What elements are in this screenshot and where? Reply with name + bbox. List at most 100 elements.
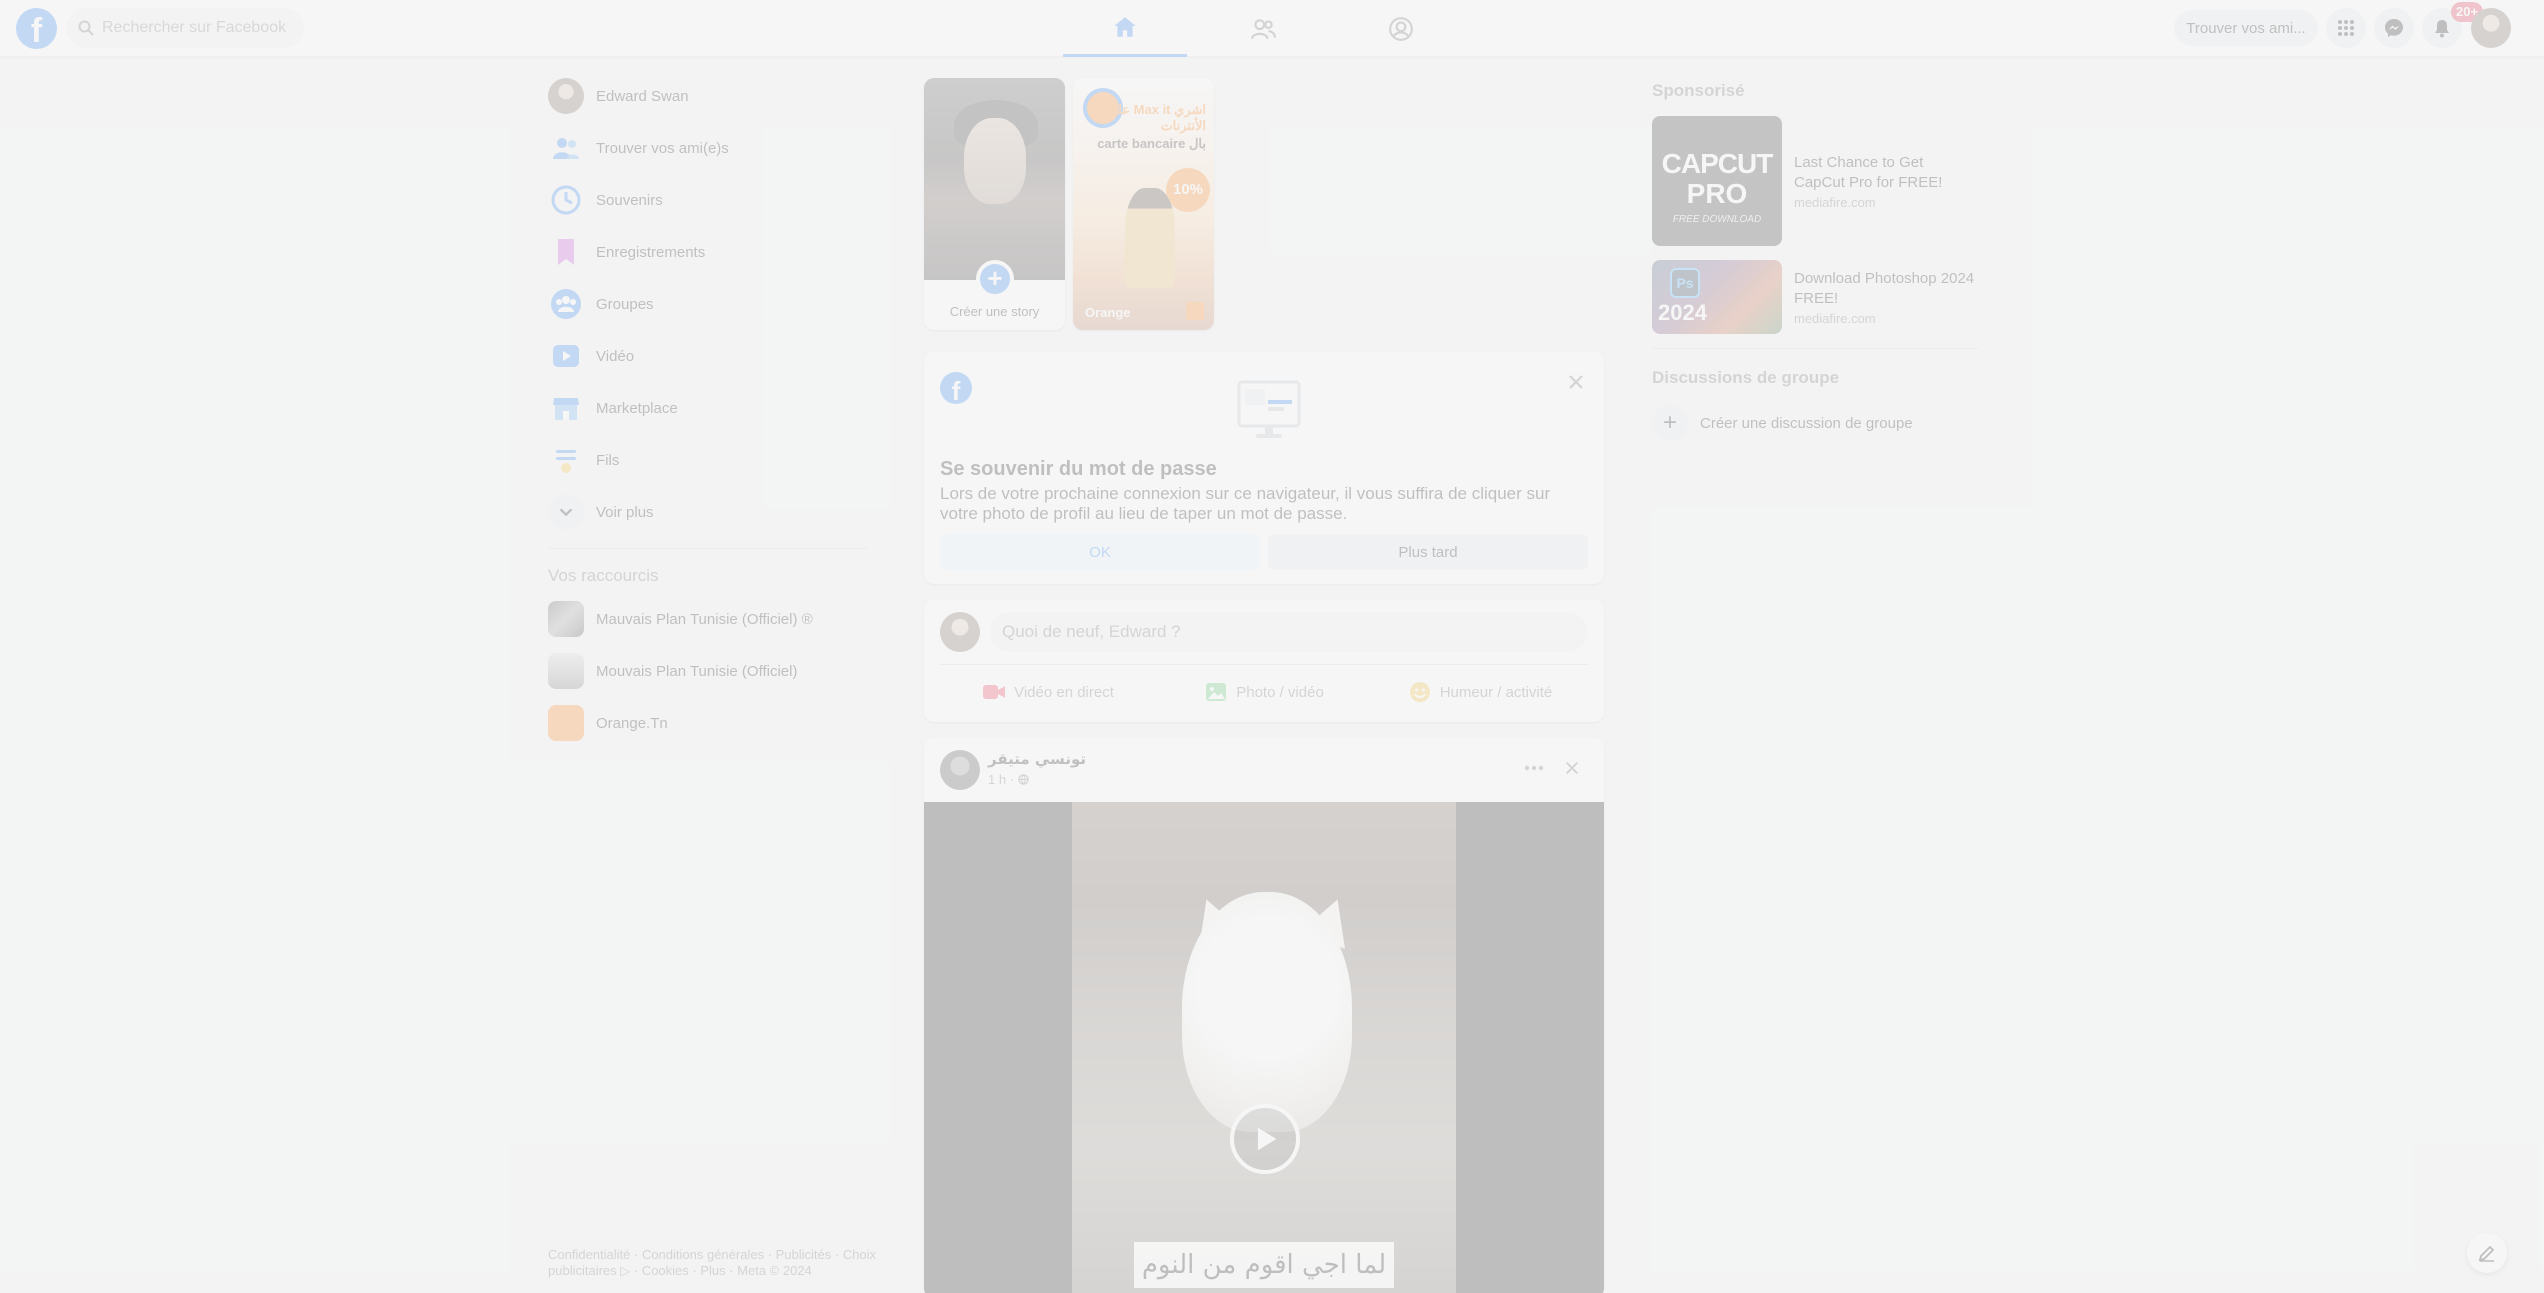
sidebar-item-memories[interactable]: Souvenirs [540,174,880,226]
globe-icon [1017,774,1029,785]
composer-divider [940,664,1588,665]
sidebar-item-find-friends[interactable]: Trouver vos ami(e)s [540,122,880,174]
discount-badge: 10% [1166,168,1210,212]
orange-logo-icon [1186,302,1204,320]
live-video-button[interactable]: Vidéo en direct [940,672,1156,712]
profile-photo [924,78,1065,280]
play-button[interactable] [1230,1104,1300,1174]
shortcut-thumbnail [548,601,584,637]
shortcut-label: Mauvais Plan Tunisie (Officiel) ® [596,610,813,628]
thumb-text: PRO [1686,178,1748,209]
feeling-activity-button[interactable]: Humeur / activité [1372,672,1588,712]
composer-input[interactable]: Quoi de neuf, Edward ? [990,612,1588,652]
sidebar-item-label: Marketplace [596,399,678,417]
post-options-button[interactable] [1516,750,1552,786]
feeling-icon [1409,682,1430,702]
marketplace-icon [553,398,579,420]
find-friends-button[interactable]: Trouver vos ami... [2174,10,2318,46]
sidebar-item-marketplace[interactable]: Marketplace [540,382,880,434]
video-icon [553,345,579,367]
sidebar-item-saved[interactable]: Enregistrements [540,226,880,278]
create-group-chat-button[interactable]: + Créer une discussion de groupe [1652,401,1978,445]
tab-profile[interactable] [1339,0,1463,57]
post-time[interactable]: 1 h · [988,772,1014,787]
add-story-button[interactable]: + [976,260,1014,298]
tab-friends[interactable] [1201,0,1325,57]
shortcut-item[interactable]: Mauvais Plan Tunisie (Officiel) ® [540,593,880,645]
friends-icon [1251,18,1276,39]
action-label: Vidéo en direct [1014,683,1114,701]
ok-button[interactable]: OK [940,534,1260,570]
shortcut-item[interactable]: Mouvais Plan Tunisie (Officiel) [540,645,880,697]
video-frame: لما اجي اقوم من النوم [1072,802,1456,1293]
create-story-label: Créer une story [949,304,1040,319]
left-sidebar: Edward Swan Trouver vos ami(e)s Souvenir… [540,70,880,749]
facebook-logo-icon[interactable]: f [16,8,57,49]
shortcut-label: Orange.Tn [596,714,668,732]
close-icon [1569,375,1583,389]
shortcut-item[interactable]: Orange.Tn [540,697,880,749]
sidebar-item-groups[interactable]: Groupes [540,278,880,330]
post-author[interactable]: تونسي متيقر [988,750,1086,768]
sidebar-item-label: Fils [596,451,620,469]
story-card-orange[interactable]: على Max it اشري الأنترنات carte bancaire… [1073,78,1214,330]
create-story-card[interactable]: + Créer une story [924,78,1065,330]
account-avatar[interactable] [2471,8,2511,48]
search-box[interactable] [66,8,304,48]
sidebar-item-feeds[interactable]: Fils [540,434,880,486]
sponsored-ad[interactable]: Ps 2024 Download Photoshop 2024 FREE! me… [1652,260,1978,334]
ad-domain: mediafire.com [1794,310,1876,326]
messenger-button[interactable] [2374,8,2414,48]
rail-divider [1652,348,1978,349]
thumb-text: FREE DOWNLOAD [1672,214,1762,225]
footer-line[interactable]: Confidentialité · Conditions générales ·… [548,1247,878,1263]
new-message-button[interactable] [2467,1233,2507,1273]
logo-letter: f [951,376,961,404]
stories-tray: + Créer une story على Max it اشري الأنتر… [924,78,1604,330]
plus-icon: + [1652,405,1688,441]
thumb-text: 2024 [1658,300,1707,325]
more-dots-icon [1524,765,1544,771]
story-headline: على Max it اشري الأنترنات [1107,102,1206,133]
post-composer: Quoi de neuf, Edward ? Vidéo en direct P… [924,600,1604,722]
right-rail: Sponsorisé CAPCUT PRO FREE DOWNLOAD Last… [1652,76,1978,445]
shortcut-thumbnail [548,653,584,689]
footer-links[interactable]: Confidentialité · Conditions générales ·… [548,1247,878,1279]
sponsored-ad[interactable]: CAPCUT PRO FREE DOWNLOAD Last Chance to … [1652,116,1978,246]
sidebar-item-see-more[interactable]: Voir plus [540,486,880,538]
sidebar-item-video[interactable]: Vidéo [540,330,880,382]
prompt-text: Lors de votre prochaine connexion sur ce… [940,484,1551,523]
story-brand-name: Orange [1085,305,1131,320]
search-input[interactable] [102,19,292,37]
later-button[interactable]: Plus tard [1268,534,1588,570]
post-author-avatar[interactable] [940,750,980,790]
composer-actions: Vidéo en direct Photo / vidéo Humeur / a… [940,672,1588,712]
search-icon [78,20,94,36]
action-label: Humeur / activité [1439,683,1553,701]
menu-button[interactable] [2326,8,2366,48]
avatar[interactable] [940,612,980,652]
chevron-down-icon [559,508,573,517]
footer-line[interactable]: publicitaires ▷ · Cookies · Plus · Meta … [548,1263,878,1279]
hide-post-button[interactable] [1554,750,1590,786]
close-button[interactable] [1560,366,1592,398]
photo-video-button[interactable]: Photo / vidéo [1156,672,1372,712]
play-icon [1257,1127,1277,1151]
remember-password-card: f Se souvenir du mot de passe Lors de vo… [924,352,1604,584]
tab-home[interactable] [1063,0,1187,57]
ad-text: Download Photoshop 2024 FREE! mediafire.… [1794,269,1978,326]
sidebar-item-label: Voir plus [596,503,654,521]
avatar [548,78,584,114]
sidebar-item-label: Vidéo [596,347,635,365]
action-label: Photo / vidéo [1236,683,1324,701]
facebook-logo-icon: f [940,372,972,404]
create-group-chat-label: Créer une discussion de groupe [1700,414,1913,432]
logo-letter: f [30,12,43,49]
sidebar-item-profile[interactable]: Edward Swan [540,70,880,122]
post-video[interactable]: لما اجي اقوم من النوم [924,802,1604,1293]
sidebar-item-label: Enregistrements [596,243,706,261]
photo-icon [1206,683,1227,701]
story-person-image [1125,188,1175,288]
groups-icon [551,289,581,319]
feeds-icon [556,450,576,473]
